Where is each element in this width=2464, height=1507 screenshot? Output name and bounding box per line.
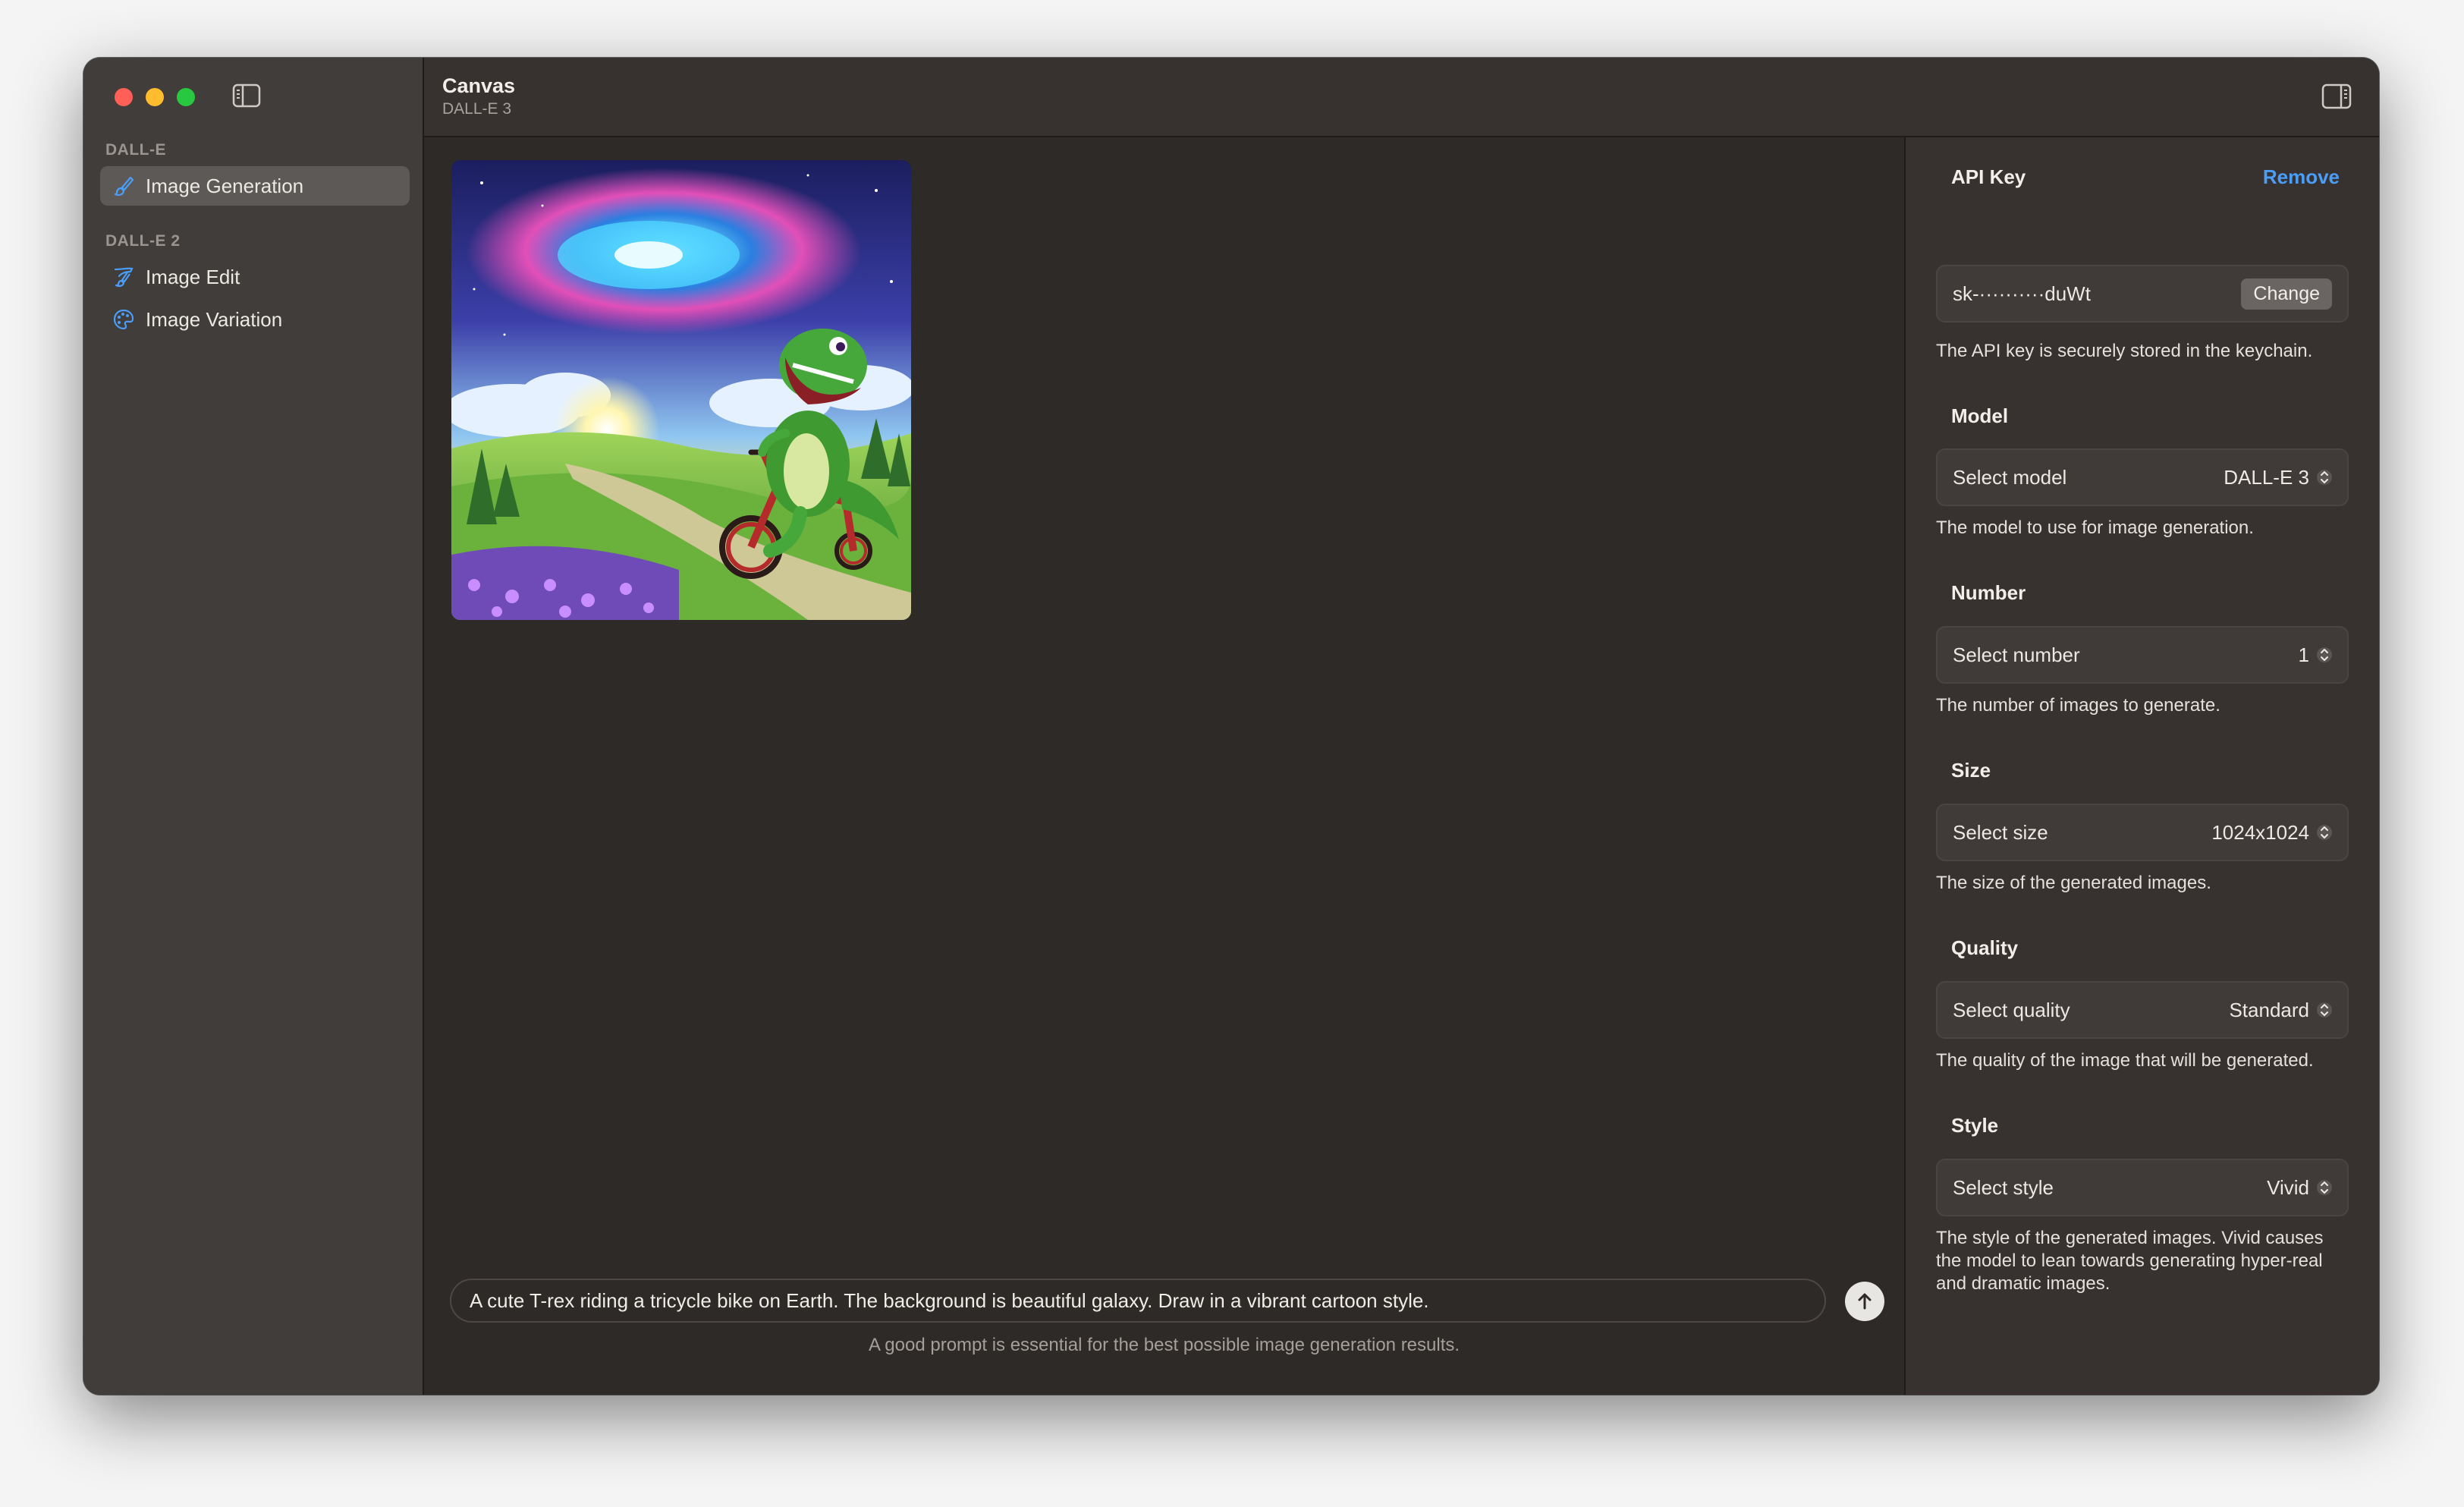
page-title: Canvas — [442, 74, 516, 97]
close-window-button[interactable] — [115, 88, 133, 106]
quality-label: Quality — [1951, 936, 2019, 959]
generated-image-art — [451, 160, 911, 620]
chevron-up-down-icon — [2317, 1180, 2332, 1195]
model-label: Model — [1951, 404, 2009, 427]
send-button[interactable] — [1845, 1282, 1884, 1321]
traffic-lights — [115, 88, 195, 106]
sidebar-item-label: Image Edit — [146, 265, 240, 288]
paintbrush-pointed-icon — [114, 176, 134, 197]
generated-image[interactable] — [451, 160, 911, 620]
arrow-up-icon — [1858, 1293, 1872, 1310]
api-key-value: sk-··········duWt — [1953, 282, 2091, 305]
prompt-input[interactable]: A cute T-rex riding a tricycle bike on E… — [450, 1279, 1826, 1323]
sidebar-item-label: Image Generation — [146, 174, 304, 197]
api-key-field: sk-··········duWt Change — [1936, 265, 2349, 322]
style-field-label: Select style — [1953, 1175, 2054, 1199]
size-label: Size — [1951, 759, 1991, 782]
page-subtitle: DALL-E 3 — [442, 100, 512, 118]
sidebar-item-image-generation[interactable]: Image Generation — [100, 166, 410, 206]
sidebar-toggle-icon[interactable] — [232, 83, 261, 108]
number-select[interactable]: Select number 1 — [1936, 626, 2349, 684]
minimize-window-button[interactable] — [146, 88, 164, 106]
api-key-label: API Key — [1951, 165, 2026, 188]
quality-select[interactable]: Select quality Standard — [1936, 981, 2349, 1039]
api-key-help: The API key is securely stored in the ke… — [1936, 341, 2313, 361]
sidebar-section-dalle2: DALL-E 2 — [105, 232, 181, 250]
prompt-hint: A good prompt is essential for the best … — [868, 1335, 1460, 1355]
model-select[interactable]: Select model DALL-E 3 — [1936, 448, 2349, 506]
canvas-area: A cute T-rex riding a tricycle bike on E… — [424, 137, 1904, 1395]
number-field-label: Select number — [1953, 643, 2080, 666]
prompt-text: A cute T-rex riding a tricycle bike on E… — [470, 1288, 1429, 1312]
toolbar: Canvas DALL-E 3 — [424, 58, 2379, 137]
chevron-up-down-icon — [2317, 647, 2332, 662]
model-field-label: Select model — [1953, 465, 2067, 489]
model-value: DALL-E 3 — [2224, 465, 2309, 489]
inspector-toggle-icon[interactable] — [2321, 83, 2352, 109]
number-label: Number — [1951, 581, 2026, 604]
sidebar-item-image-edit[interactable]: Image Edit — [100, 257, 410, 297]
model-help: The model to use for image generation. — [1936, 518, 2254, 538]
number-value: 1 — [2298, 643, 2309, 666]
size-field-label: Select size — [1953, 820, 2048, 844]
remove-api-key-button[interactable]: Remove — [2263, 165, 2340, 189]
sidebar-section-dalle: DALL-E — [105, 141, 166, 159]
quality-help: The quality of the image that will be ge… — [1936, 1050, 2314, 1071]
style-help: The style of the generated images. Vivid… — [1936, 1228, 2324, 1294]
style-value: Vivid — [2267, 1175, 2309, 1199]
paintbrush-icon — [114, 267, 134, 288]
size-value: 1024x1024 — [2211, 820, 2309, 844]
paint-palette-icon — [113, 309, 134, 330]
zoom-window-button[interactable] — [177, 88, 195, 106]
chevron-up-down-icon — [2317, 825, 2332, 840]
number-help: The number of images to generate. — [1936, 695, 2220, 716]
size-select[interactable]: Select size 1024x1024 — [1936, 804, 2349, 861]
sidebar-item-image-variation[interactable]: Image Variation — [100, 300, 410, 339]
chevron-up-down-icon — [2317, 1002, 2332, 1018]
style-select[interactable]: Select style Vivid — [1936, 1159, 2349, 1216]
sidebar-item-label: Image Variation — [146, 307, 283, 331]
change-api-key-button[interactable]: Change — [2241, 278, 2332, 310]
sidebar: DALL-E Image Generation DALL-E 2 Image E… — [83, 58, 424, 1395]
inspector-panel: API Key Remove sk-··········duWt Change … — [1904, 137, 2379, 1395]
app-window: DALL-E Image Generation DALL-E 2 Image E… — [83, 58, 2379, 1395]
style-label: Style — [1951, 1114, 1999, 1137]
chevron-up-down-icon — [2317, 470, 2332, 485]
size-help: The size of the generated images. — [1936, 873, 2211, 893]
quality-value: Standard — [2229, 998, 2309, 1021]
quality-field-label: Select quality — [1953, 998, 2070, 1021]
